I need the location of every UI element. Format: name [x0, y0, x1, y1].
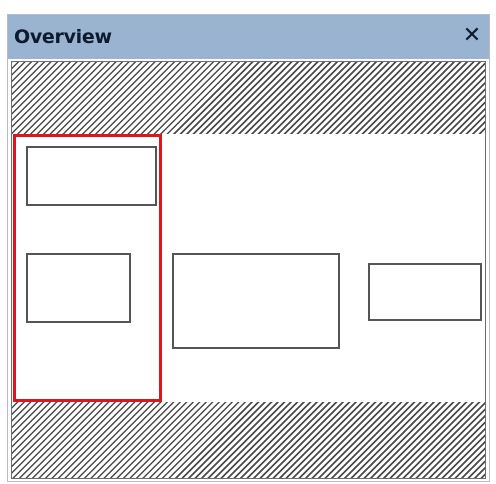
overview-canvas[interactable]: [11, 61, 486, 479]
diagram-node-thumbnail: [368, 263, 482, 321]
viewport-rectangle[interactable]: [13, 134, 162, 402]
overview-panel: Overview ✕: [0, 0, 496, 484]
close-icon[interactable]: ✕: [461, 24, 483, 48]
diagram-node-thumbnail: [172, 253, 340, 349]
out-of-bounds-area-top: [12, 62, 485, 134]
panel-titlebar[interactable]: Overview ✕: [8, 15, 489, 59]
out-of-bounds-area-bottom: [12, 402, 485, 478]
panel-title: Overview: [14, 26, 112, 48]
